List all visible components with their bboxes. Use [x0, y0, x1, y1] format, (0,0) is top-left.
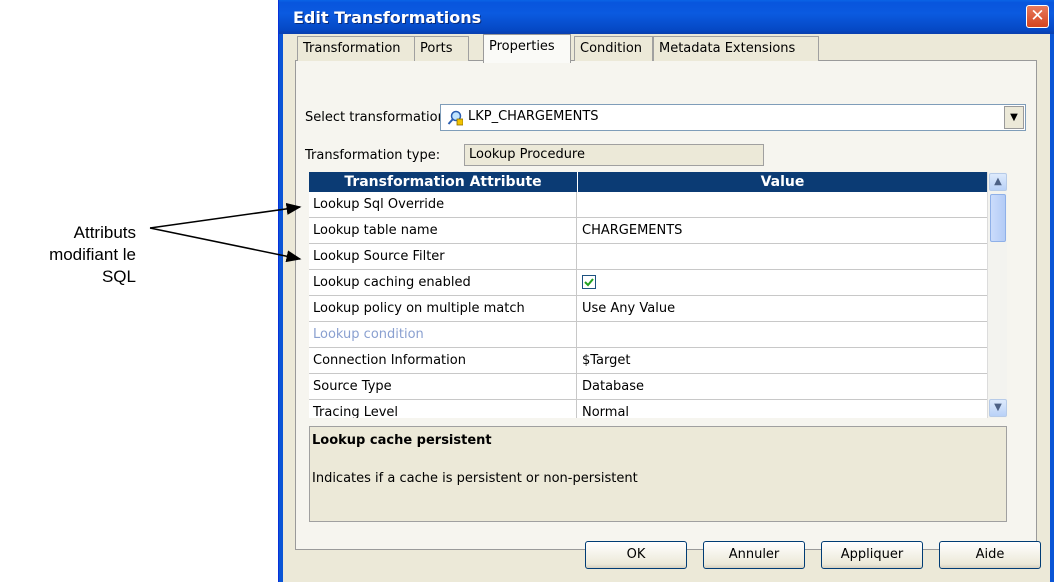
ok-button[interactable]: OK — [585, 541, 687, 569]
close-button[interactable]: ✕ — [1026, 5, 1049, 28]
attributes-grid: Transformation Attribute Value Lookup Sq… — [309, 172, 987, 418]
attribute-name: Lookup condition — [309, 322, 577, 347]
attribute-name: Connection Information — [309, 348, 577, 373]
attribute-name: Lookup policy on multiple match — [309, 296, 577, 321]
checkmark-icon — [584, 277, 594, 286]
annotation-line-2: modifiant le — [49, 245, 136, 264]
attribute-value[interactable]: Database — [578, 374, 987, 399]
table-row[interactable]: Lookup condition — [309, 322, 987, 348]
attribute-value[interactable]: Use Any Value — [578, 296, 987, 321]
window-title: Edit Transformations — [293, 8, 482, 27]
attribute-value[interactable] — [578, 322, 987, 347]
table-row[interactable]: Source Type Database — [309, 374, 987, 400]
grid-vertical-scrollbar[interactable]: ▲ ▼ — [987, 172, 1007, 418]
apply-button[interactable]: Appliquer — [821, 541, 923, 569]
attribute-name: Lookup Source Filter — [309, 244, 577, 269]
tab-ports[interactable]: Ports — [414, 36, 469, 61]
attribute-name: Lookup Sql Override — [309, 192, 577, 217]
attribute-value[interactable]: Normal — [578, 400, 987, 418]
select-transformation-value: LKP_CHARGEMENTS — [468, 109, 599, 124]
column-header-attribute[interactable]: Transformation Attribute — [309, 172, 578, 192]
table-row[interactable]: Lookup caching enabled — [309, 270, 987, 296]
attribute-description-panel: Lookup cache persistent Indicates if a c… — [309, 426, 1007, 522]
description-title: Lookup cache persistent — [312, 433, 492, 448]
transformation-type-label: Transformation type: — [305, 148, 441, 163]
attribute-value[interactable]: $Target — [578, 348, 987, 373]
table-row[interactable]: Lookup Sql Override — [309, 192, 987, 218]
table-row[interactable]: Lookup policy on multiple match Use Any … — [309, 296, 987, 322]
caching-enabled-checkbox[interactable] — [582, 274, 596, 289]
attribute-name: Lookup table name — [309, 218, 577, 243]
table-row[interactable]: Lookup table name CHARGEMENTS — [309, 218, 987, 244]
select-transformation-dropdown[interactable]: LKP_CHARGEMENTS ▼ — [440, 104, 1026, 131]
help-button[interactable]: Aide — [939, 541, 1041, 569]
transformation-type-field: Lookup Procedure — [464, 144, 764, 166]
column-header-value[interactable]: Value — [578, 172, 987, 192]
scroll-down-icon[interactable]: ▼ — [989, 399, 1007, 417]
attribute-value[interactable] — [578, 192, 987, 217]
lookup-transformation-icon — [447, 110, 464, 126]
attribute-value[interactable]: CHARGEMENTS — [578, 218, 987, 243]
scrollbar-thumb[interactable] — [990, 194, 1006, 242]
tab-transformation[interactable]: Transformation — [297, 36, 415, 61]
annotation-line-1: Attributs — [73, 223, 136, 242]
attribute-name: Source Type — [309, 374, 577, 399]
edit-transformations-dialog: Edit Transformations ✕ Transformation Po… — [278, 0, 1054, 582]
select-transformation-label: Select transformation: — [305, 110, 451, 125]
scroll-up-icon[interactable]: ▲ — [989, 173, 1007, 191]
description-body: Indicates if a cache is persistent or no… — [312, 471, 638, 486]
table-row[interactable]: Connection Information $Target — [309, 348, 987, 374]
attribute-name: Tracing Level — [309, 400, 577, 418]
tab-condition[interactable]: Condition — [574, 36, 653, 61]
tab-properties[interactable]: Properties — [483, 34, 571, 63]
chevron-down-icon[interactable]: ▼ — [1004, 106, 1024, 129]
grid-header: Transformation Attribute Value — [309, 172, 987, 192]
table-row[interactable]: Tracing Level Normal — [309, 400, 987, 418]
annotation-text: Attributs modifiant le SQL — [18, 222, 136, 288]
attribute-value[interactable] — [578, 244, 987, 269]
annotation-line-3: SQL — [101, 267, 136, 286]
tab-metadata-extensions[interactable]: Metadata Extensions — [653, 36, 819, 61]
title-bar[interactable]: Edit Transformations ✕ — [279, 0, 1054, 34]
attribute-name: Lookup caching enabled — [309, 270, 577, 295]
table-row[interactable]: Lookup Source Filter — [309, 244, 987, 270]
cancel-button[interactable]: Annuler — [703, 541, 805, 569]
attribute-value — [578, 270, 987, 295]
